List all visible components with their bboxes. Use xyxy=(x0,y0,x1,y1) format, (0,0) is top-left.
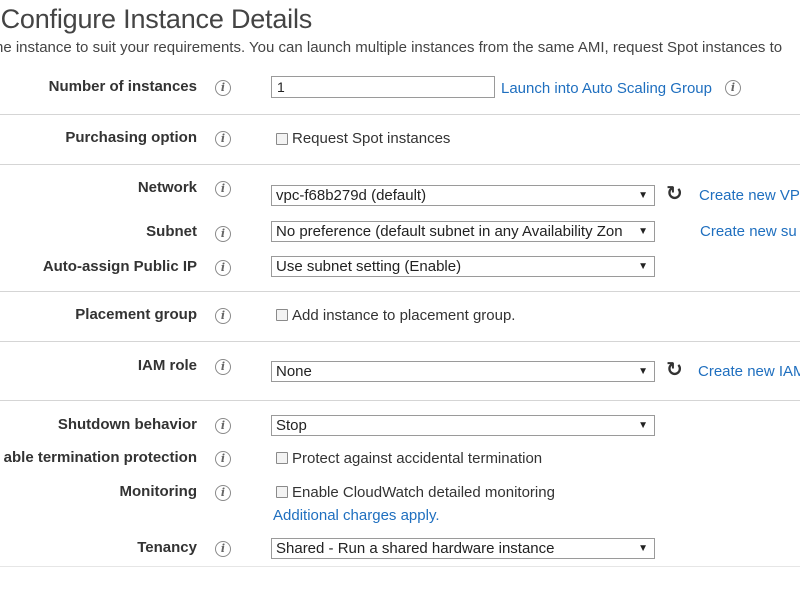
tenancy-select-value: Shared - Run a shared hardware instance xyxy=(276,540,555,557)
info-icon[interactable]: i xyxy=(215,226,231,242)
page-subtitle: he instance to suit your requirements. Y… xyxy=(0,39,783,56)
chevron-down-icon: ▼ xyxy=(638,366,648,377)
info-icon[interactable]: i xyxy=(215,80,231,96)
subnet-select[interactable]: No preference (default subnet in any Ava… xyxy=(271,221,655,242)
divider xyxy=(0,291,800,292)
purchasing-option-label: Purchasing option xyxy=(65,129,197,146)
iam-role-label: IAM role xyxy=(137,357,197,374)
subnet-select-value: No preference (default subnet in any Ava… xyxy=(276,223,623,240)
chevron-down-icon: ▼ xyxy=(638,543,648,554)
termination-protection-checkbox[interactable] xyxy=(276,452,288,464)
info-icon[interactable]: i xyxy=(215,485,231,501)
shutdown-behavior-select[interactable]: Stop ▼ xyxy=(271,415,655,436)
create-new-subnet-link[interactable]: Create new su xyxy=(700,223,797,240)
info-icon[interactable]: i xyxy=(215,541,231,557)
number-of-instances-label: Number of instances xyxy=(48,78,197,95)
divider xyxy=(0,164,800,165)
info-icon[interactable]: i xyxy=(215,131,231,147)
divider xyxy=(0,114,800,115)
request-spot-label: Request Spot instances xyxy=(292,130,451,147)
info-icon[interactable]: i xyxy=(215,451,231,467)
public-ip-select-value: Use subnet setting (Enable) xyxy=(276,258,462,275)
subnet-label: Subnet xyxy=(146,223,197,240)
network-select[interactable]: vpc-f68b279d (default) ▼ xyxy=(271,185,655,206)
additional-charges-link[interactable]: Additional charges apply. xyxy=(273,507,440,524)
shutdown-behavior-label: Shutdown behavior xyxy=(57,416,197,433)
page-bottom-edge xyxy=(0,566,800,601)
divider xyxy=(0,341,800,342)
placement-group-checkbox[interactable] xyxy=(276,309,288,321)
chevron-down-icon: ▼ xyxy=(638,420,648,431)
placement-group-checkbox-label: Add instance to placement group. xyxy=(292,307,516,324)
create-new-vpc-link[interactable]: Create new VP xyxy=(699,187,800,204)
info-icon[interactable]: i xyxy=(725,80,741,96)
info-icon[interactable]: i xyxy=(215,418,231,434)
chevron-down-icon: ▼ xyxy=(638,261,648,272)
info-icon[interactable]: i xyxy=(215,181,231,197)
monitoring-label: Monitoring xyxy=(119,483,197,500)
public-ip-select[interactable]: Use subnet setting (Enable) ▼ xyxy=(271,256,655,277)
iam-role-select-value: None xyxy=(276,363,312,380)
tenancy-label: Tenancy xyxy=(137,539,197,556)
monitoring-checkbox-label: Enable CloudWatch detailed monitoring xyxy=(292,484,555,501)
network-label: Network xyxy=(137,179,197,196)
auto-assign-public-ip-label: Auto-assign Public IP xyxy=(42,258,197,275)
chevron-down-icon: ▼ xyxy=(638,226,648,237)
iam-role-select[interactable]: None ▼ xyxy=(271,361,655,382)
chevron-down-icon: ▼ xyxy=(638,190,648,201)
launch-into-asg-link[interactable]: Launch into Auto Scaling Group xyxy=(501,80,712,97)
create-new-iam-link[interactable]: Create new IAM xyxy=(698,363,800,380)
page-title: : Configure Instance Details xyxy=(0,4,313,34)
termination-protection-label: able termination protection xyxy=(3,449,197,466)
info-icon[interactable]: i xyxy=(215,308,231,324)
shutdown-behavior-select-value: Stop xyxy=(276,417,307,434)
refresh-icon[interactable]: ↻ xyxy=(666,360,683,380)
info-icon[interactable]: i xyxy=(215,359,231,375)
divider xyxy=(0,400,800,401)
placement-group-label: Placement group xyxy=(75,306,197,323)
tenancy-select[interactable]: Shared - Run a shared hardware instance … xyxy=(271,538,655,559)
info-icon[interactable]: i xyxy=(215,260,231,276)
network-select-value: vpc-f68b279d (default) xyxy=(276,187,427,204)
monitoring-checkbox[interactable] xyxy=(276,486,288,498)
request-spot-checkbox[interactable] xyxy=(276,133,288,145)
termination-protection-checkbox-label: Protect against accidental termination xyxy=(292,450,543,467)
number-of-instances-input[interactable] xyxy=(271,76,495,98)
refresh-icon[interactable]: ↻ xyxy=(666,184,683,204)
